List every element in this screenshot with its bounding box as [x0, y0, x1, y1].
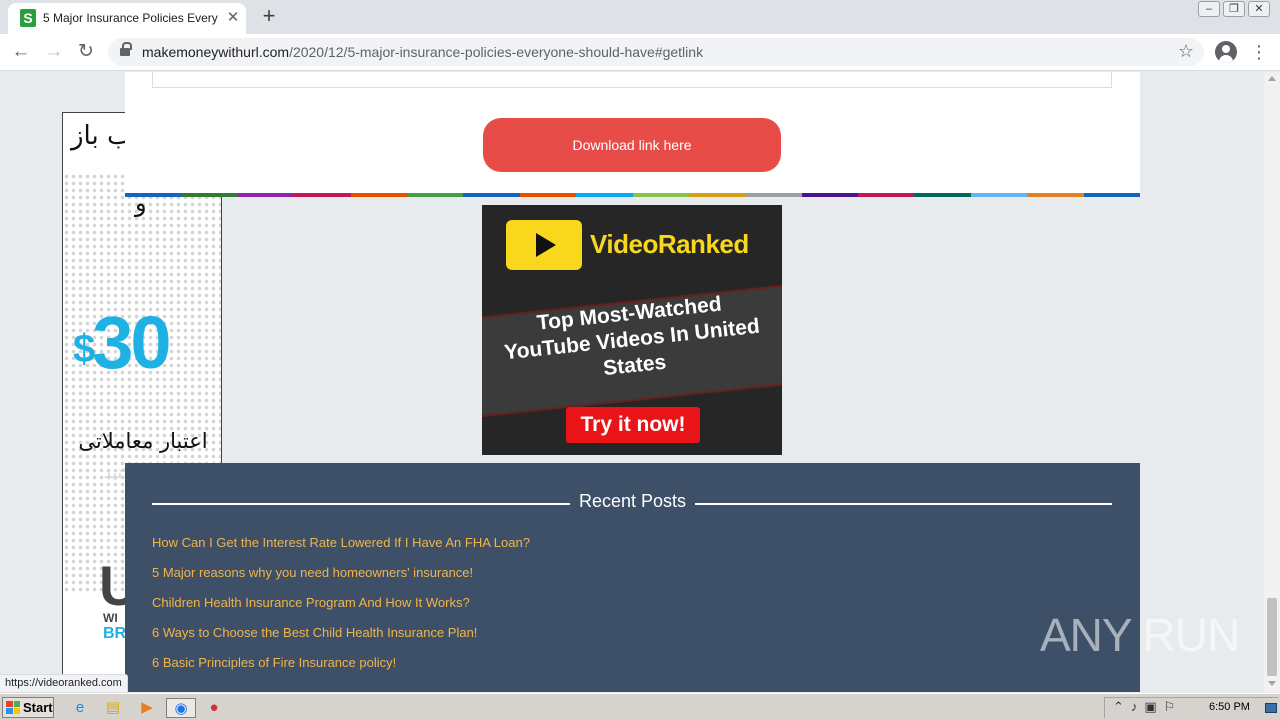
play-icon — [536, 233, 556, 257]
back-arrow-icon[interactable]: ← — [8, 39, 34, 65]
page-viewport: ب باز و $30 اعتبار معاملاتی دریافت کنید … — [0, 72, 1264, 692]
article-section: Download link here — [125, 72, 1140, 195]
try-it-now-button[interactable]: Try it now! — [566, 407, 700, 443]
opera-icon[interactable]: ● — [204, 698, 224, 718]
article-content-box — [152, 72, 1112, 88]
minimize-icon[interactable]: – — [1198, 1, 1220, 17]
recent-post-link[interactable]: 5 Major reasons why you need homeowners'… — [152, 565, 530, 595]
ad-currency: $ — [73, 327, 95, 371]
bookmark-star-icon[interactable]: ☆ — [1178, 41, 1194, 62]
forward-arrow-icon[interactable]: → — [41, 39, 67, 65]
lock-icon[interactable] — [120, 42, 132, 58]
ad-amount: $30 — [73, 301, 172, 384]
browser-toolbar: ← → ↻ makemoneywithurl.com/2020/12/5-maj… — [0, 34, 1280, 71]
video-ad-brand: VideoRanked — [590, 229, 749, 259]
recent-post-link[interactable]: How Can I Get the Interest Rate Lowered … — [152, 535, 530, 565]
tab-strip: S 5 Major Insurance Policies Everyone ✕ … — [0, 0, 1280, 34]
status-bar-url: https://videoranked.com — [0, 674, 128, 693]
scroll-up-icon[interactable] — [1268, 76, 1276, 81]
system-tray: ⌃♪▣⚐ 6:50 PM — [1104, 697, 1278, 718]
url-domain: makemoneywithurl.com — [142, 44, 290, 60]
folder-icon[interactable]: ▤ — [103, 698, 123, 718]
tab-title: 5 Major Insurance Policies Everyone — [43, 11, 218, 25]
recent-post-link[interactable]: 6 Ways to Choose the Best Child Health I… — [152, 625, 530, 655]
close-window-icon[interactable]: ✕ — [1248, 1, 1270, 17]
browser-tab-active[interactable]: S 5 Major Insurance Policies Everyone ✕ — [8, 3, 246, 34]
vertical-scrollbar[interactable] — [1264, 72, 1280, 692]
chrome-taskbar-icon[interactable]: ◉ — [166, 698, 196, 718]
scroll-down-icon[interactable] — [1268, 681, 1276, 686]
address-bar[interactable]: makemoneywithurl.com/2020/12/5-major-ins… — [108, 38, 1204, 66]
tray-clock[interactable]: 6:50 PM — [1209, 701, 1250, 713]
recent-post-link[interactable]: 6 Basic Principles of Fire Insurance pol… — [152, 655, 530, 685]
recent-posts-list: How Can I Get the Interest Rate Lowered … — [152, 535, 530, 685]
new-tab-button[interactable]: + — [257, 5, 281, 29]
show-desktop-icon[interactable] — [1265, 703, 1277, 713]
scrollbar-thumb[interactable] — [1267, 598, 1277, 676]
ad-text-top: ب باز — [71, 121, 132, 151]
recent-post-link[interactable]: Children Health Insurance Program And Ho… — [152, 595, 530, 625]
start-label: Start — [23, 700, 53, 715]
restore-icon[interactable]: ❐ — [1223, 1, 1245, 17]
profile-avatar-icon[interactable] — [1215, 41, 1237, 63]
anyrun-watermark: ANY RUN — [1040, 608, 1240, 662]
ad-caption: اعتبار معاملاتی — [78, 429, 208, 453]
windows-logo-icon — [6, 701, 20, 714]
ad-brand-sub1: WI — [103, 611, 118, 625]
reload-icon[interactable]: ↻ — [73, 39, 99, 65]
url-path: /2020/12/5-major-insurance-policies-ever… — [289, 44, 704, 60]
color-stripe-divider — [125, 193, 1141, 197]
tray-icons[interactable]: ⌃♪▣⚐ — [1113, 699, 1182, 715]
windows-taskbar: Start e ▤ ▶ ◉ ● ⌃♪▣⚐ 6:50 PM — [0, 693, 1280, 720]
internet-explorer-icon[interactable]: e — [70, 698, 90, 718]
download-link-button[interactable]: Download link here — [483, 118, 781, 172]
media-player-icon[interactable]: ▶ — [137, 698, 157, 718]
video-logo-box — [506, 220, 582, 270]
window-controls: – ❐ ✕ — [1198, 1, 1270, 17]
ad-amount-value: 30 — [92, 301, 171, 384]
site-favicon-icon: S — [20, 9, 36, 27]
menu-kebab-icon[interactable]: ⋮ — [1250, 40, 1268, 64]
recent-posts-heading-wrap: Recent Posts — [125, 491, 1140, 512]
videoranked-ad[interactable]: VideoRanked Top Most-Watched YouTube Vid… — [482, 205, 782, 455]
recent-posts-widget: Recent Posts How Can I Get the Interest … — [125, 463, 1140, 692]
url-text[interactable]: makemoneywithurl.com/2020/12/5-major-ins… — [142, 44, 703, 60]
start-button[interactable]: Start — [2, 697, 54, 718]
watermark-text: ANY RUN — [1040, 609, 1240, 661]
ad-brand-sub2: BR — [103, 625, 127, 642]
close-tab-icon[interactable]: ✕ — [224, 9, 242, 27]
recent-posts-heading: Recent Posts — [569, 491, 696, 512]
